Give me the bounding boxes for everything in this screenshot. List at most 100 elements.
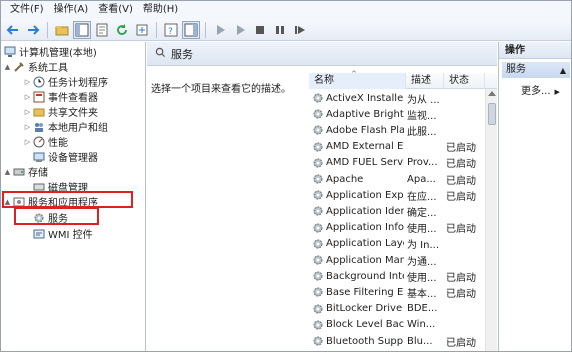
tree-item-label: 计算机管理(本地)	[19, 48, 97, 59]
refresh-button[interactable]	[113, 21, 131, 39]
start-service-alt-button[interactable]	[231, 21, 249, 39]
tree-item-local-users-groups[interactable]: ▷ 本地用户和组	[23, 119, 108, 134]
service-name: BitLocker Drive ...	[326, 303, 404, 315]
expand-arrow-icon[interactable]: ▷	[23, 138, 32, 146]
gear-icon	[313, 287, 323, 297]
users-icon	[32, 120, 45, 133]
service-row[interactable]: AMD FUEL ServiceProv... 已启动	[309, 155, 485, 171]
show-hide-action-pane-button[interactable]	[182, 20, 200, 39]
export-list-button[interactable]	[133, 21, 151, 39]
gear-icon	[313, 142, 323, 152]
service-name-cell: Block Level Back...	[309, 319, 404, 331]
shared-folder-icon	[32, 105, 45, 118]
menu-action[interactable]: 操作(A)	[49, 1, 94, 19]
restart-service-button[interactable]	[291, 21, 309, 39]
service-row[interactable]: Application Laye...为 In...	[309, 236, 485, 252]
tree-item-task-scheduler[interactable]: ▷ 任务计划程序	[23, 74, 108, 89]
column-header-name[interactable]: 名称	[309, 73, 406, 89]
service-row[interactable]: Adobe Flash Pla...此服...	[309, 122, 485, 138]
service-row[interactable]: Application Expe...在应... 已启动	[309, 187, 485, 203]
tree-item-event-viewer[interactable]: ▷ 事件查看器	[23, 89, 98, 104]
computer-management-window: 文件(F) 操作(A) 查看(V) 帮助(H) ? 计算机管理(本地) ▲ 系统	[0, 0, 572, 352]
service-name-cell: Application Man...	[309, 254, 404, 266]
tree-item-label: 共享文件夹	[48, 108, 98, 119]
services-pane: 服务 选择一个项目来查看它的描述。 名称 ^ 描述 状态 ActiveX Ins…	[147, 42, 497, 351]
service-row[interactable]: Application Infor...使用... 已启动	[309, 220, 485, 236]
service-row[interactable]: Base Filtering En...基本... 已启动	[309, 284, 485, 300]
collapse-arrow-icon[interactable]: ▲	[3, 63, 12, 71]
collapse-up-icon: ▲	[559, 66, 566, 75]
service-name: Background Inte...	[326, 270, 404, 282]
expand-arrow-icon[interactable]: ▷	[23, 108, 32, 116]
tree-item-shared-folders[interactable]: ▷ 共享文件夹	[23, 104, 98, 120]
clock-icon	[32, 75, 45, 88]
service-name: Adaptive Brightn...	[326, 108, 404, 120]
service-row[interactable]: BitLocker Drive ...BDE...	[309, 301, 485, 317]
tree-item-storage[interactable]: ▲ 存储	[3, 164, 48, 180]
service-row[interactable]: Background Inte...使用... 已启动	[309, 268, 485, 284]
tree-item-performance[interactable]: ▷ 性能	[23, 134, 68, 149]
service-status-cell: 已启动	[446, 143, 476, 155]
show-hide-tree-button[interactable]	[73, 20, 91, 39]
service-name-cell: AMD External Ev...	[309, 141, 404, 153]
expand-arrow-icon[interactable]: ▷	[23, 123, 32, 131]
scroll-thumb[interactable]	[488, 103, 496, 125]
pause-service-button[interactable]	[271, 21, 289, 39]
service-name: Application Laye...	[326, 238, 404, 250]
service-name-cell: Apache	[309, 173, 404, 185]
more-actions-item[interactable]: 更多... ▶	[521, 82, 560, 97]
stop-service-button[interactable]	[251, 21, 269, 39]
column-header-status[interactable]: 状态	[444, 73, 485, 89]
tree-item-system-tools[interactable]: ▲ 系统工具	[3, 59, 68, 74]
service-row[interactable]: ActiveX Installer ...为从 ...	[309, 90, 485, 106]
menu-file[interactable]: 文件(F)	[5, 1, 49, 19]
up-folder-button[interactable]	[53, 21, 71, 39]
service-name: Application Infor...	[326, 222, 404, 234]
expand-arrow-icon[interactable]: ▷	[23, 78, 32, 86]
back-button[interactable]	[4, 21, 22, 39]
menu-help[interactable]: 帮助(H)	[138, 1, 183, 19]
service-description-cell: 监视...	[407, 110, 437, 122]
service-row[interactable]: Bluetooth Supp... Blu... 已启动	[309, 333, 485, 349]
tree-item-label: 事件查看器	[48, 93, 98, 104]
expand-arrow-icon[interactable]: ▷	[23, 93, 32, 101]
tree-item-label: WMI 控件	[48, 230, 93, 241]
service-row[interactable]: Apache Apa... 已启动	[309, 171, 485, 187]
gear-icon	[313, 206, 323, 216]
service-name: AMD External Ev...	[326, 141, 404, 153]
stop-icon	[256, 25, 264, 34]
properties-button[interactable]	[93, 21, 111, 39]
collapse-arrow-icon[interactable]: ▲	[3, 168, 12, 176]
service-description-cell: 使用...	[407, 224, 437, 236]
service-row[interactable]: Application Iden...确定...	[309, 203, 485, 219]
folder-up-icon	[55, 25, 69, 35]
tree-item-label: 系统工具	[28, 63, 68, 74]
start-service-button[interactable]	[211, 21, 229, 39]
tree-item-computer-management[interactable]: 计算机管理(本地)	[3, 44, 97, 59]
service-row[interactable]: AMD External Ev... 已启动	[309, 139, 485, 155]
menu-view[interactable]: 查看(V)	[93, 1, 138, 19]
forward-button[interactable]	[24, 21, 42, 39]
services-pane-header: 服务	[147, 42, 497, 66]
service-row[interactable]: Application Man...为通...	[309, 252, 485, 268]
service-name-cell: AMD FUEL Service	[309, 157, 404, 169]
service-description-cell: Win...	[407, 319, 436, 331]
tree-item-wmi-control[interactable]: WMI 控件	[32, 226, 93, 241]
tree-item-device-manager[interactable]: 设备管理器	[32, 149, 98, 164]
service-row[interactable]: Adaptive Brightn...监视...	[309, 106, 485, 122]
highlight-box-services-applications	[2, 191, 133, 208]
column-header-description[interactable]: 描述	[406, 73, 444, 89]
actions-section-services[interactable]: 服务 ▲	[502, 62, 570, 78]
scroll-up-icon[interactable]	[488, 91, 496, 96]
service-row[interactable]: Block Level Back...Win...	[309, 317, 485, 333]
service-name-cell: Application Laye...	[309, 238, 404, 250]
service-name-cell: Application Iden...	[309, 205, 404, 217]
service-status-cell: 已启动	[446, 272, 476, 284]
help-button[interactable]: ?	[162, 21, 180, 39]
actions-header: 操作	[499, 42, 571, 59]
service-description-cell: BDE...	[407, 303, 438, 315]
services-scrollbar[interactable]	[485, 89, 497, 351]
console-tree-icon	[75, 23, 89, 36]
gear-icon	[313, 190, 323, 200]
wmi-icon	[32, 227, 45, 240]
